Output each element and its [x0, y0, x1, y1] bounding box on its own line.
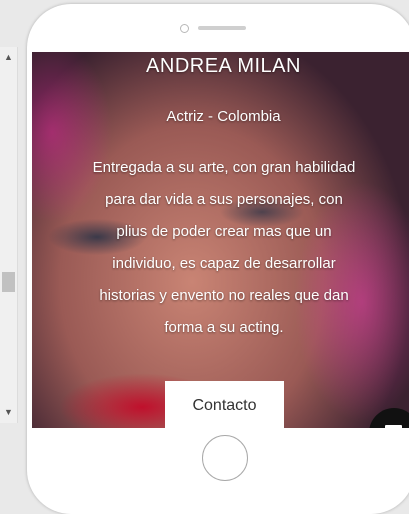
profile-role: Actriz - Colombia: [166, 108, 281, 125]
scroll-thumb[interactable]: [2, 272, 15, 292]
page-scrollbar[interactable]: ▲ ▼: [0, 47, 18, 423]
chat-button[interactable]: [369, 408, 409, 428]
profile-name: ANDREA MILAN: [146, 55, 301, 77]
scroll-up-arrow-icon[interactable]: ▲: [0, 49, 17, 66]
phone-home-button: [202, 435, 248, 481]
chat-icon: [385, 425, 402, 428]
phone-camera: [180, 24, 189, 33]
scroll-down-arrow-icon[interactable]: ▼: [0, 404, 17, 421]
hero-section: ANDREA MILAN Actriz - Colombia Entregada…: [32, 52, 409, 428]
profile-bio: Entregada a su arte, con gran habilidad …: [92, 159, 356, 336]
contact-button[interactable]: Contacto: [165, 381, 284, 428]
phone-speaker: [198, 26, 246, 30]
phone-mockup: ANDREA MILAN Actriz - Colombia Entregada…: [27, 4, 409, 514]
